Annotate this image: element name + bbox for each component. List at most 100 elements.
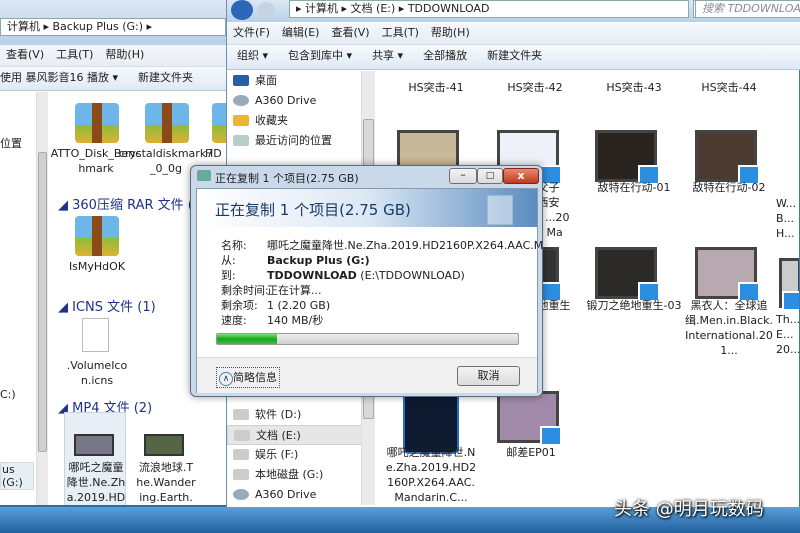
group-header[interactable]: ◢ ICNS 文件 (1) (58, 296, 156, 315)
organize-button[interactable]: 组织 ▾ (237, 45, 268, 67)
less-info-label: 简略信息 (233, 371, 277, 384)
group-header[interactable]: ◢ 360压缩 RAR 文件 (1) (58, 194, 206, 213)
menu-edit[interactable]: 编辑(E) (282, 23, 320, 43)
field-label: 剩余时间: (221, 284, 269, 297)
group-title: ICNS 文件 (1) (72, 300, 156, 315)
video-icon (144, 434, 184, 456)
crumb[interactable]: 计算机 (7, 20, 40, 33)
file-label[interactable]: IsMyHdOK (62, 259, 132, 274)
document-icon (82, 318, 109, 352)
file-label[interactable]: Th... E... 20... (776, 312, 800, 357)
breadcrumb[interactable]: ▸ 计算机 ▸ 文档 (E:) ▸ TDDOWNLOAD (289, 0, 689, 18)
nav-drive-d[interactable]: 软件 (D:) (227, 405, 362, 425)
source-link[interactable]: Backup Plus (G:) (267, 254, 370, 267)
nav-item[interactable]: 位置 (0, 135, 22, 151)
crumb[interactable]: Backup Plus (G:) (53, 20, 144, 33)
maximize-button[interactable]: □ (477, 168, 503, 184)
drive-icon (233, 469, 249, 480)
video-thumbnail[interactable] (497, 391, 562, 446)
close-button[interactable]: x (503, 168, 539, 184)
dialog-heading: 正在复制 1 个项目(2.75 GB) (215, 201, 411, 219)
file-label[interactable]: HS突击-41 (388, 80, 484, 95)
file-label[interactable]: 敌特在行动-01 (586, 180, 682, 195)
video-thumbnail[interactable] (595, 247, 660, 302)
nav-desktop[interactable]: 桌面 (227, 71, 362, 91)
items-row: 剩余项: 1 (2.20 GB) (221, 297, 330, 313)
new-folder-button[interactable]: 新建文件夹 (487, 45, 542, 67)
nav-label: 最近访问的位置 (255, 134, 332, 147)
archive-icon (212, 103, 226, 143)
crumb[interactable]: 计算机 (305, 2, 338, 15)
file-label[interactable]: 黑衣人：全球追缉.Men.in.Black.International.201.… (685, 298, 773, 358)
time-row: 剩余时间:正在计算... (221, 282, 322, 298)
drive-icon (233, 449, 249, 460)
file-label[interactable]: 流浪地球.The.Wandering.Earth.2019.H... (136, 460, 196, 505)
crumb[interactable]: TDDOWNLOAD (408, 2, 490, 15)
less-info-button[interactable]: ∧ 简略信息 (216, 367, 280, 388)
nav-label: 收藏夹 (255, 114, 288, 127)
menu-help[interactable]: 帮助(H) (105, 45, 144, 65)
nav-item-selected[interactable]: us (G:) (0, 462, 34, 490)
file-label[interactable]: 敌特在行动-02 (685, 180, 773, 195)
menu-view[interactable]: 查看(V) (331, 23, 369, 43)
back-button[interactable] (231, 0, 253, 20)
desktop-icon (233, 75, 249, 86)
video-icon (74, 434, 114, 456)
video-thumbnail[interactable] (695, 130, 760, 185)
breadcrumb[interactable]: 计算机 ▸ Backup Plus (G:) ▸ (0, 18, 226, 36)
nav-a360[interactable]: A360 Drive (227, 485, 362, 505)
file-label[interactable]: 哪吒之魔童降世.Ne.Zha.2019.HD21... (66, 460, 126, 505)
new-folder-button[interactable]: 新建文件夹 (138, 67, 193, 89)
cloud-drive-icon (233, 95, 249, 106)
archive-icon (75, 103, 119, 143)
nav-drive-f[interactable]: 娱乐 (F:) (227, 445, 362, 465)
nav-label: 本地磁盘 (G:) (255, 468, 324, 481)
file-label[interactable]: HS突击-44 (685, 80, 773, 95)
time-remaining-value: 正在计算... (267, 284, 322, 297)
nav-favorites[interactable]: 收藏夹 (227, 111, 362, 131)
copy-icon (197, 170, 211, 181)
field-label: 速度: (221, 314, 247, 327)
nav-drive-e[interactable]: 文档 (E:) (227, 425, 362, 445)
menu-file[interactable]: 文件(F) (233, 23, 270, 43)
forward-button[interactable] (257, 2, 275, 20)
nav-pane-bottom: 软件 (D:) 文档 (E:) 娱乐 (F:) 本地磁盘 (G:) A360 D… (227, 405, 362, 505)
copy-animation-icon (487, 195, 513, 225)
nav-a360[interactable]: A360 Drive (227, 91, 362, 111)
destination-link[interactable]: TDDOWNLOAD (267, 269, 357, 282)
menu-help[interactable]: 帮助(H) (431, 23, 470, 43)
menu-tools[interactable]: 工具(T) (56, 45, 93, 65)
nav-drive-g[interactable]: 本地磁盘 (G:) (227, 465, 362, 485)
toolbar: 组织 ▾ 包含到库中 ▾ 共享 ▾ 全部播放 新建文件夹 (227, 45, 800, 70)
file-label[interactable]: HS突击-42 (487, 80, 583, 95)
file-label[interactable]: HD (205, 146, 226, 161)
menu-view[interactable]: 查看(V) (6, 45, 44, 65)
file-label[interactable]: .VolumeIcon.icns (62, 358, 132, 388)
minimize-button[interactable]: – (449, 168, 477, 184)
cancel-button[interactable]: 取消 (457, 366, 520, 386)
menu-tools[interactable]: 工具(T) (382, 23, 419, 43)
video-thumbnail[interactable] (779, 258, 800, 311)
play-with-button[interactable]: 使用 暴风影音16 播放 ▾ (0, 67, 118, 89)
video-thumbnail[interactable] (595, 130, 660, 185)
search-input[interactable]: 搜索 TDDOWNLOAD (695, 0, 800, 18)
nav-item[interactable]: C:) (0, 388, 16, 401)
file-label[interactable]: 锻刀之绝地重生-03 (586, 298, 682, 313)
share-button[interactable]: 共享 ▾ (372, 45, 403, 67)
archive-icon (75, 216, 119, 256)
file-label[interactable]: 哪吒之魔童降世.Ne.Zha.2019.HD2160P.X264.AAC.Man… (383, 445, 479, 505)
video-thumbnail[interactable] (695, 247, 760, 302)
dialog-footer: ∧ 简略信息 取消 (197, 357, 537, 393)
drive-icon (234, 430, 250, 441)
include-library-button[interactable]: 包含到库中 ▾ (288, 45, 352, 67)
nav-label: 软件 (D:) (255, 408, 302, 421)
nav-recent[interactable]: 最近访问的位置 (227, 131, 362, 151)
file-label[interactable]: W... B... H... (776, 196, 800, 241)
toolbar: 使用 暴风影音16 播放 ▾ 新建文件夹 (0, 67, 226, 91)
play-all-button[interactable]: 全部播放 (423, 45, 467, 67)
nav-scrollbar[interactable] (36, 92, 48, 505)
file-label[interactable]: 邮差EP01 (483, 445, 579, 460)
crumb[interactable]: 文档 (E:) (351, 2, 396, 15)
nav-label: 桌面 (255, 74, 277, 87)
file-label[interactable]: HS突击-43 (586, 80, 682, 95)
